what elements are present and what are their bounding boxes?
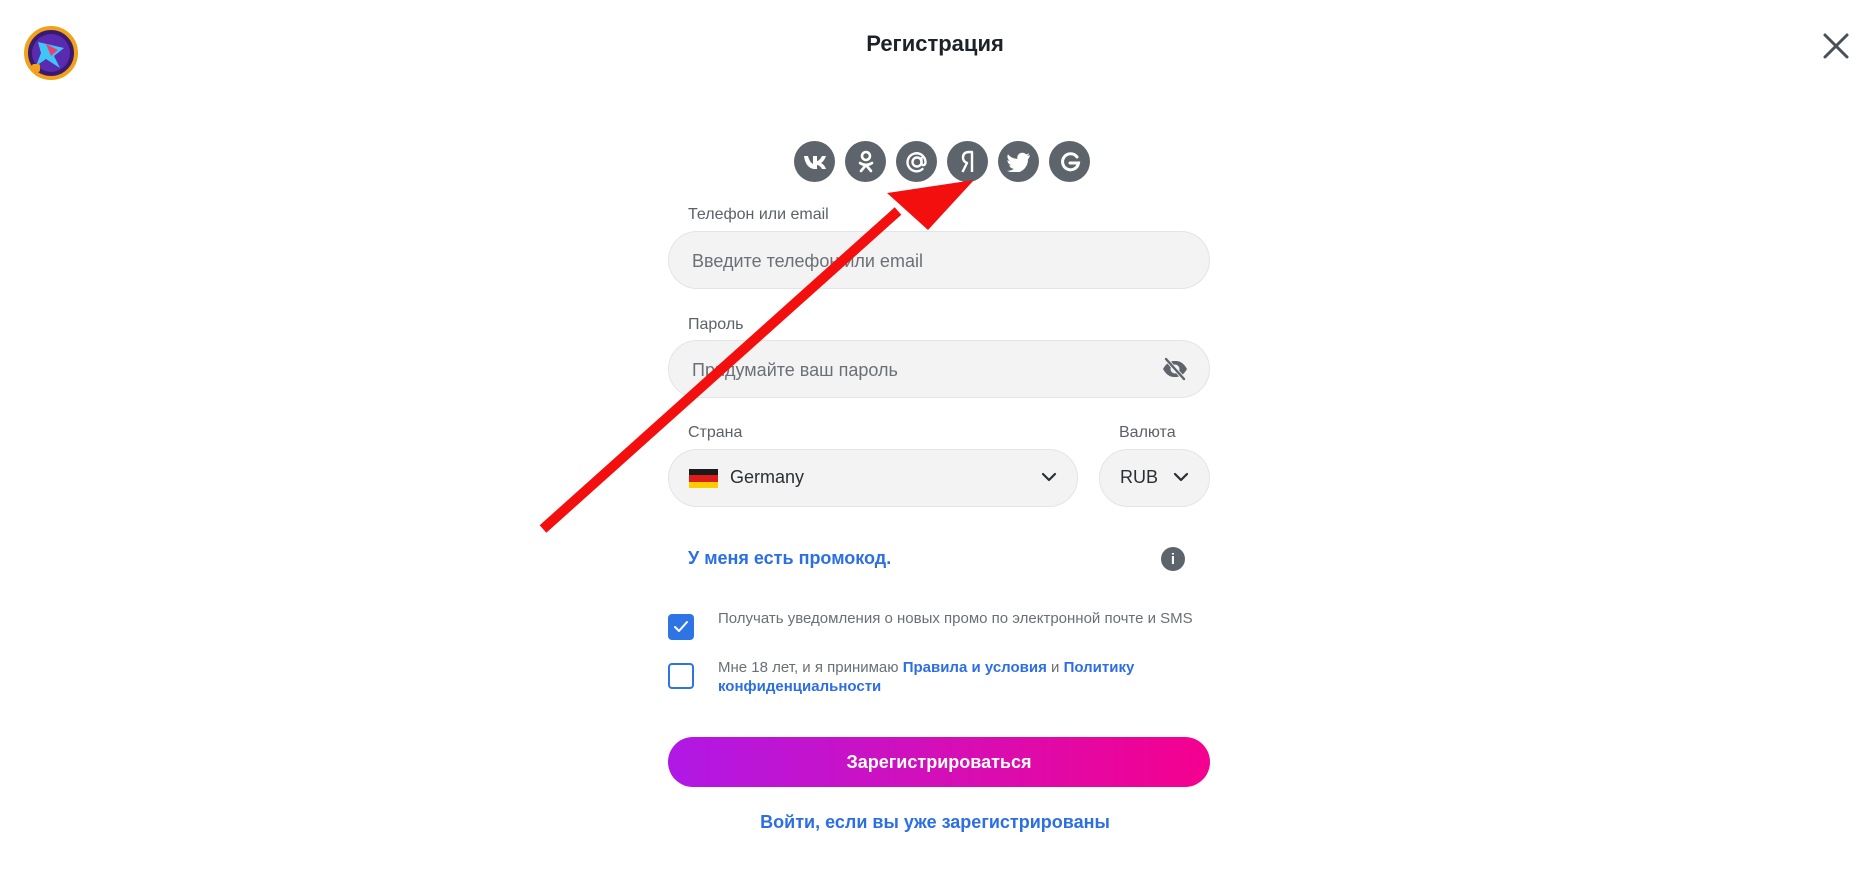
germany-flag-icon — [689, 469, 718, 488]
phone-email-input[interactable] — [690, 232, 1134, 290]
password-label: Пароль — [688, 316, 744, 333]
close-icon[interactable] — [1820, 30, 1852, 62]
odnoklassniki-login-button[interactable] — [845, 141, 886, 182]
notify-checkbox-label: Получать уведомления о новых промо по эл… — [718, 610, 1193, 627]
google-login-button[interactable] — [1049, 141, 1090, 182]
chevron-down-icon — [1041, 472, 1057, 482]
password-field[interactable] — [668, 340, 1210, 399]
currency-select[interactable]: RUB — [1099, 449, 1210, 507]
info-icon[interactable]: i — [1161, 547, 1185, 571]
vk-icon — [803, 155, 826, 169]
eye-slash-icon[interactable] — [1161, 357, 1189, 381]
twitter-icon — [1006, 152, 1030, 172]
checkmark-icon — [674, 621, 688, 632]
notify-checkbox[interactable] — [668, 614, 694, 640]
vk-login-button[interactable] — [794, 141, 835, 182]
yandex-icon — [960, 150, 973, 173]
country-label: Страна — [688, 424, 743, 441]
registration-page: Регистрация Телефон или email Введите те… — [0, 0, 1870, 894]
terms-text-and: и — [1046, 659, 1064, 676]
login-link[interactable]: Войти, если вы уже зарегистрированы — [0, 812, 1870, 833]
terms-link[interactable]: Правила и условия — [903, 659, 1047, 676]
promo-code-link[interactable]: У меня есть промокод. — [688, 548, 891, 569]
yandex-login-button[interactable] — [947, 141, 988, 182]
phone-email-label: Телефон или email — [688, 206, 829, 223]
mail-ru-login-button[interactable] — [896, 141, 937, 182]
odnoklassniki-icon — [858, 150, 873, 172]
mail-ru-icon — [905, 151, 927, 172]
register-button[interactable]: Зарегистрироваться — [668, 737, 1210, 787]
social-login-row — [794, 141, 1090, 182]
currency-value: RUB — [1120, 467, 1159, 487]
chevron-down-icon — [1173, 472, 1189, 482]
phone-email-field[interactable] — [668, 231, 1210, 290]
password-input[interactable] — [690, 341, 1134, 399]
google-icon — [1060, 151, 1080, 171]
terms-text-prefix: Мне 18 лет, и я принимаю — [718, 659, 903, 676]
country-select[interactable]: Germany — [668, 449, 1078, 507]
currency-label: Валюта — [1119, 424, 1176, 441]
terms-checkbox-label: Мне 18 лет, и я принимаю Правила и услов… — [718, 658, 1218, 696]
country-value: Germany — [730, 467, 805, 487]
page-title: Регистрация — [866, 31, 1004, 56]
twitter-login-button[interactable] — [998, 141, 1039, 182]
terms-checkbox[interactable] — [668, 663, 694, 689]
